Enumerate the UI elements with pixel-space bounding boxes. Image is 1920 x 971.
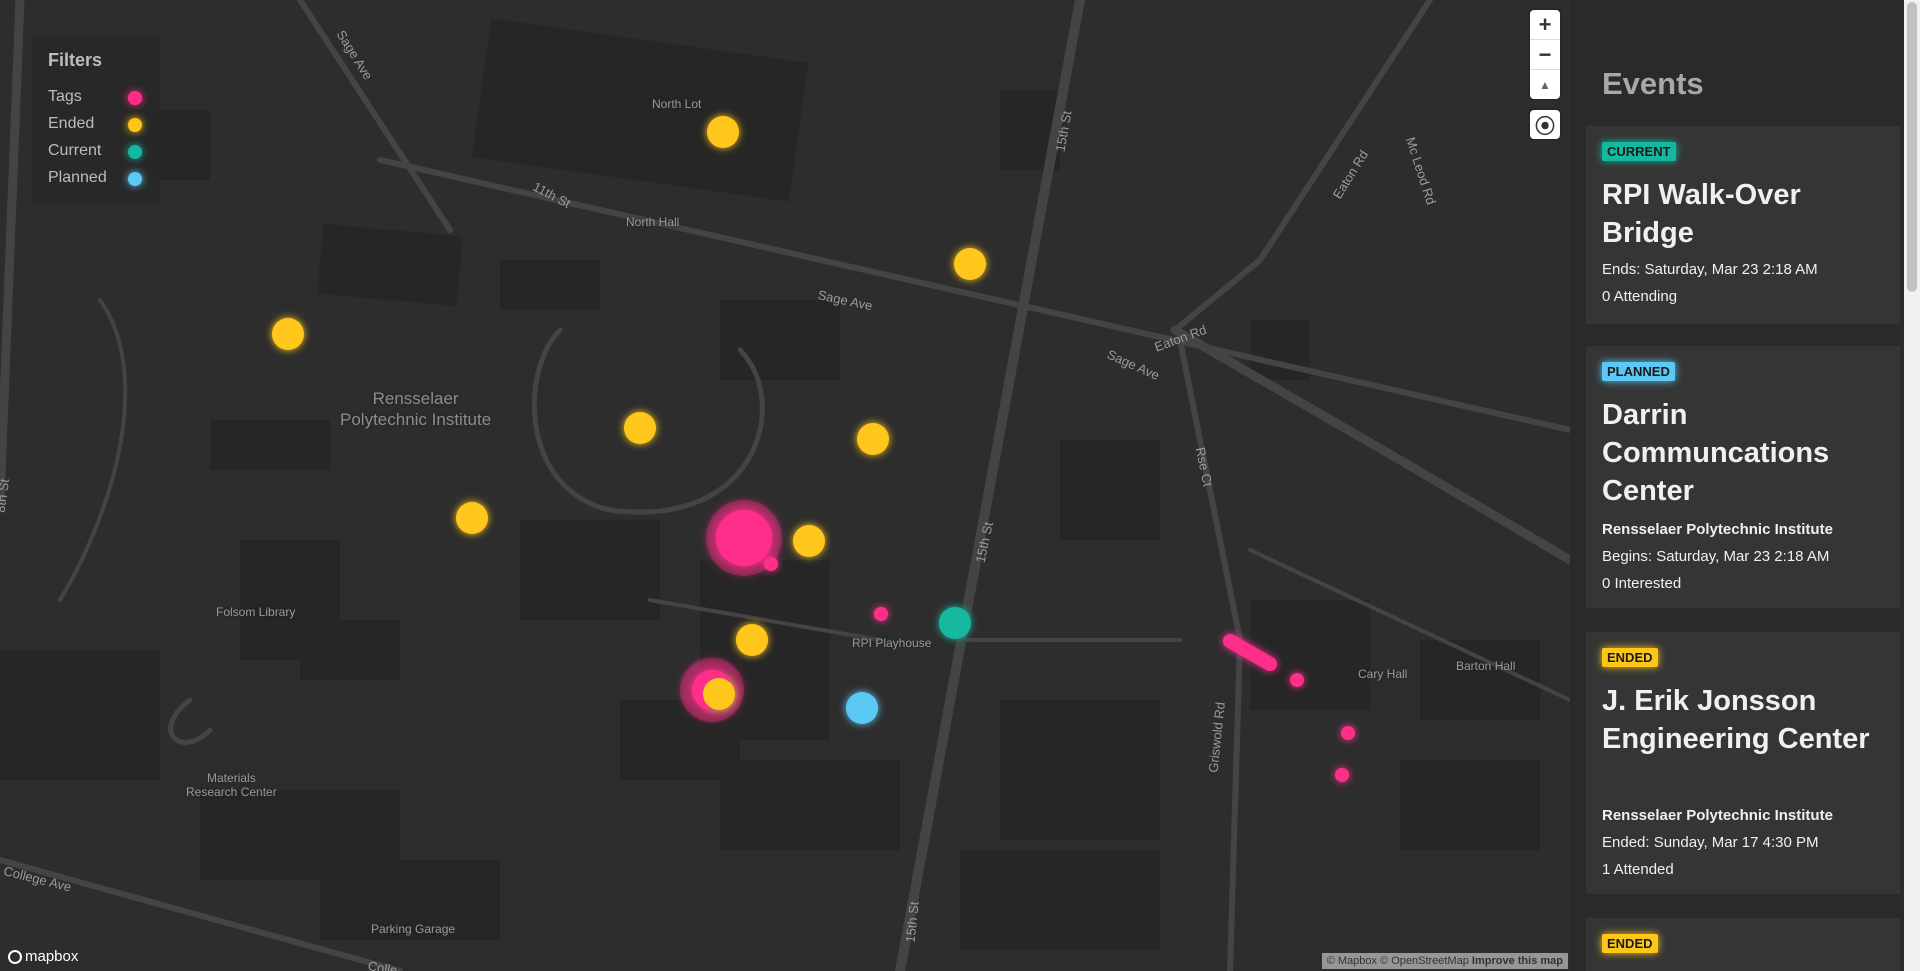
event-card[interactable]: ENDED J. Erik Jonsson Engineering Center… (1586, 632, 1900, 894)
ended-event-marker[interactable] (954, 248, 986, 280)
status-badge: CURRENT (1602, 142, 1676, 161)
filter-label: Current (48, 142, 102, 159)
ended-event-marker[interactable] (736, 624, 768, 656)
ended-event-marker[interactable] (624, 412, 656, 444)
filter-planned[interactable]: Planned (48, 169, 148, 189)
tag-marker[interactable] (1335, 768, 1349, 782)
planned-event-marker[interactable] (846, 692, 878, 724)
attribution-text: © Mapbox © OpenStreetMap (1326, 955, 1469, 967)
event-time: Ended: Sunday, Mar 17 4:30 PM (1602, 834, 1819, 851)
mapbox-logo[interactable]: mapbox (8, 948, 78, 965)
improve-map-link[interactable]: Improve this map (1472, 955, 1563, 967)
event-name: J. Erik Jonsson Engineering Center (1602, 685, 1870, 755)
filter-label: Planned (48, 169, 107, 186)
tag-marker[interactable] (1341, 726, 1355, 740)
status-badge: ENDED (1602, 648, 1658, 667)
filter-tags[interactable]: Tags (48, 88, 148, 108)
event-count: 1 Attended (1602, 861, 1674, 878)
map-attribution: © Mapbox © OpenStreetMap Improve this ma… (1321, 953, 1568, 969)
filter-current[interactable]: Current (48, 142, 148, 162)
event-card[interactable]: PLANNED Darrin Communcations Center Rens… (1586, 346, 1900, 608)
current-event-marker[interactable] (939, 607, 971, 639)
ended-event-marker[interactable] (793, 525, 825, 557)
geolocate-button[interactable]: ⦿ (1530, 110, 1560, 139)
filter-ended[interactable]: Ended (48, 115, 148, 135)
map-canvas[interactable]: North Lot North Hall Rensselaer Polytech… (0, 0, 1570, 971)
event-count: 0 Interested (1602, 575, 1682, 592)
tag-marker[interactable] (1290, 673, 1304, 687)
event-name: RPI Walk-Over Bridge (1602, 179, 1801, 249)
tag-marker[interactable] (1223, 634, 1277, 671)
status-badge: ENDED (1602, 934, 1658, 953)
filter-color-dot (128, 172, 142, 186)
event-location: Rensselaer Polytechnic Institute (1602, 807, 1833, 824)
zoom-out-button[interactable]: − (1530, 40, 1560, 70)
filters-panel: Filters Tags Ended Current Planned (32, 36, 160, 204)
filters-title: Filters (48, 50, 103, 70)
ended-event-marker[interactable] (703, 678, 735, 710)
event-time: Begins: Saturday, Mar 23 2:18 AM (1602, 548, 1830, 565)
filter-color-dot (128, 91, 142, 105)
sidebar-scrollbar[interactable] (1904, 0, 1920, 971)
filter-label: Tags (48, 88, 82, 105)
events-sidebar: Events CURRENT RPI Walk-Over Bridge Ends… (1570, 0, 1920, 971)
ended-event-marker[interactable] (272, 318, 304, 350)
filter-color-dot (128, 145, 142, 159)
tag-marker[interactable] (874, 607, 888, 621)
event-name: Darrin Communcations Center (1602, 399, 1830, 507)
ended-event-marker[interactable] (707, 116, 739, 148)
navigation-control: + − ▲ (1530, 10, 1560, 99)
compass-button[interactable]: ▲ (1530, 70, 1560, 99)
zoom-in-button[interactable]: + (1530, 10, 1560, 40)
tag-marker[interactable] (716, 510, 772, 566)
filter-color-dot (128, 118, 142, 132)
mapbox-logo-icon (8, 949, 22, 964)
event-location: Rensselaer Polytechnic Institute (1602, 521, 1833, 538)
event-card[interactable]: ENDED (1586, 918, 1900, 971)
mapbox-logo-text: mapbox (25, 948, 79, 965)
event-time: Ends: Saturday, Mar 23 2:18 AM (1602, 261, 1818, 278)
tag-marker[interactable] (764, 557, 778, 571)
geolocate-control: ⦿ (1530, 110, 1560, 139)
ended-event-marker[interactable] (456, 502, 488, 534)
status-badge: PLANNED (1602, 362, 1675, 381)
scrollbar-thumb[interactable] (1907, 2, 1917, 292)
events-title: Events (1602, 66, 1704, 101)
event-count: 0 Attending (1602, 288, 1678, 305)
ended-event-marker[interactable] (857, 423, 889, 455)
filter-label: Ended (48, 115, 95, 132)
event-markers-layer (272, 116, 1355, 782)
event-card[interactable]: CURRENT RPI Walk-Over Bridge Ends: Satur… (1586, 126, 1900, 324)
